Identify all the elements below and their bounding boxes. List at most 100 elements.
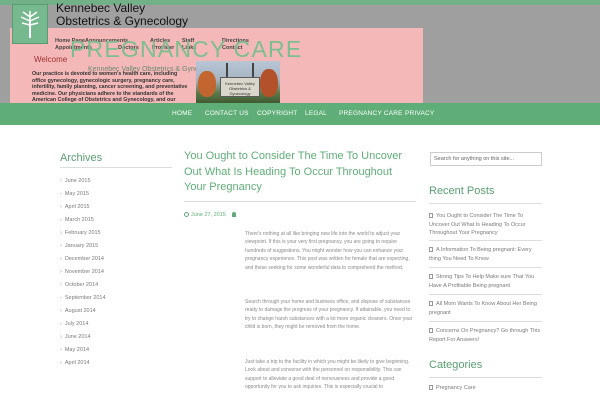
chevron-right-icon: ›: [60, 191, 62, 197]
archive-link[interactable]: › June 2014: [60, 334, 91, 340]
chevron-right-icon: ›: [60, 334, 62, 340]
nav-home[interactable]: HOME: [172, 110, 192, 117]
post-title[interactable]: You Ought to Consider The Time To Uncove…: [184, 149, 414, 196]
recent-post-link[interactable]: Concerns On Pregnancy? Go through This R…: [429, 327, 541, 344]
post-paragraph: Search through your home and business of…: [245, 299, 413, 331]
recent-post-divider: [429, 267, 542, 268]
archives-heading: Archives: [60, 152, 103, 164]
archive-label: December 2014: [64, 256, 104, 262]
recent-post-label: A Information To Being pregnant: Every t…: [429, 247, 532, 262]
post-paragraph: There's nothing at all like bringing new…: [245, 231, 410, 271]
archive-label: September 2014: [64, 295, 106, 301]
document-icon: [429, 213, 433, 219]
recent-post-divider: [429, 294, 542, 295]
recent-post-link[interactable]: You Ought to Consider The Time To Uncove…: [429, 212, 541, 238]
chevron-right-icon: ›: [60, 295, 62, 301]
recent-post-label: Strong Tips To Help Make sure That You H…: [429, 274, 535, 289]
archive-link[interactable]: › October 2014: [60, 282, 98, 288]
chevron-right-icon: ›: [60, 269, 62, 275]
photo-sign-post-right: [252, 63, 254, 77]
post-title-divider: [184, 201, 416, 202]
category-label: Pregnancy Care: [436, 385, 476, 391]
chevron-right-icon: ›: [60, 282, 62, 288]
archive-label: May 2015: [64, 191, 89, 197]
archive-link[interactable]: › March 2015: [60, 217, 94, 223]
categories-heading: Categories: [429, 359, 483, 371]
clock-icon: [184, 212, 189, 218]
document-icon: [429, 328, 433, 334]
nav-privacy[interactable]: PRIVACY: [405, 110, 434, 117]
archive-link[interactable]: › May 2014: [60, 347, 89, 353]
site-title[interactable]: Kennebec Valley Obstetrics & Gynecology: [56, 2, 188, 28]
user-icon[interactable]: [231, 212, 236, 218]
archive-label: March 2015: [64, 217, 94, 223]
recent-posts-heading: Recent Posts: [429, 185, 495, 197]
overlay-title: PREGNANCY CARE: [70, 36, 303, 62]
recent-post-divider: [429, 321, 542, 322]
archive-link[interactable]: › September 2014: [60, 295, 106, 301]
chevron-right-icon: ›: [60, 321, 62, 327]
archive-link[interactable]: › June 2015: [60, 178, 91, 184]
archive-link[interactable]: › January 2015: [60, 243, 98, 249]
archive-label: July 2014: [64, 321, 89, 327]
chevron-right-icon: ›: [60, 178, 62, 184]
recent-post-label: You Ought to Consider The Time To Uncove…: [429, 213, 526, 236]
clinic-sign-photo: Kennebec Valley Obstetrics & Gynecology: [196, 61, 280, 103]
recent-post-link[interactable]: All Mom Wants To Know About Her Being pr…: [429, 300, 541, 317]
archive-label: August 2014: [64, 308, 96, 314]
nav-copyright[interactable]: COPYRIGHT: [257, 110, 297, 117]
chevron-right-icon: ›: [60, 230, 62, 236]
recent-post-link[interactable]: A Information To Being pregnant: Every t…: [429, 246, 541, 263]
main-nav: HOME CONTACT US COPYRIGHT LEGAL PREGNANC…: [0, 103, 600, 125]
archive-link[interactable]: › April 2014: [60, 360, 90, 366]
document-icon: [429, 274, 433, 280]
search-input[interactable]: Search for anything on this site...: [430, 152, 542, 166]
archive-link[interactable]: › April 2015: [60, 204, 90, 210]
post-meta: June 27, 2015: [184, 212, 236, 218]
recent-post-label: Concerns On Pregnancy? Go through This R…: [429, 328, 541, 343]
tree-logo-icon[interactable]: [12, 4, 48, 44]
photo-sign-post-left: [226, 63, 228, 77]
nav-legal[interactable]: LEGAL: [305, 110, 327, 117]
recent-posts-divider: [429, 203, 542, 204]
archive-label: February 2015: [64, 230, 101, 236]
nav-pregnancy-care[interactable]: PREGNANCY CARE: [339, 110, 403, 117]
archive-link[interactable]: › February 2015: [60, 230, 101, 236]
archives-divider: [60, 167, 172, 168]
chevron-right-icon: ›: [60, 360, 62, 366]
photo-sign: Kennebec Valley Obstetrics & Gynecology: [220, 77, 260, 97]
post-date[interactable]: June 27, 2015: [191, 212, 226, 218]
archive-label: June 2014: [64, 334, 91, 340]
site-title-line2: Obstetrics & Gynecology: [56, 14, 189, 28]
nav-contact-us[interactable]: CONTACT US: [205, 110, 249, 117]
document-icon: [429, 247, 433, 253]
chevron-right-icon: ›: [60, 347, 62, 353]
archive-label: January 2015: [64, 243, 99, 249]
chevron-right-icon: ›: [60, 308, 62, 314]
archive-link[interactable]: › December 2014: [60, 256, 104, 262]
chevron-right-icon: ›: [60, 217, 62, 223]
post-paragraph: Just take a trip to the facility in whic…: [245, 359, 410, 391]
archive-label: November 2014: [64, 269, 104, 275]
archive-label: June 2015: [64, 178, 91, 184]
archive-label: May 2014: [64, 347, 89, 353]
chevron-right-icon: ›: [60, 204, 62, 210]
chevron-right-icon: ›: [60, 243, 62, 249]
recent-post-divider: [429, 240, 542, 241]
document-icon: [429, 301, 433, 307]
archive-link[interactable]: › August 2014: [60, 308, 96, 314]
archive-link[interactable]: › November 2014: [60, 269, 104, 275]
categories-divider: [429, 377, 542, 378]
archive-label: April 2015: [64, 204, 90, 210]
archive-link[interactable]: › May 2015: [60, 191, 89, 197]
photo-tree-left: [198, 71, 216, 97]
archive-label: October 2014: [64, 282, 99, 288]
recent-post-link[interactable]: Strong Tips To Help Make sure That You H…: [429, 273, 541, 290]
folder-icon: [429, 385, 433, 391]
chevron-right-icon: ›: [60, 256, 62, 262]
recent-post-label: All Mom Wants To Know About Her Being pr…: [429, 301, 537, 316]
category-link[interactable]: Pregnancy Care: [429, 384, 541, 393]
archive-link[interactable]: › July 2014: [60, 321, 88, 327]
welcome-heading: Welcome: [34, 55, 68, 64]
archive-label: April 2014: [64, 360, 90, 366]
